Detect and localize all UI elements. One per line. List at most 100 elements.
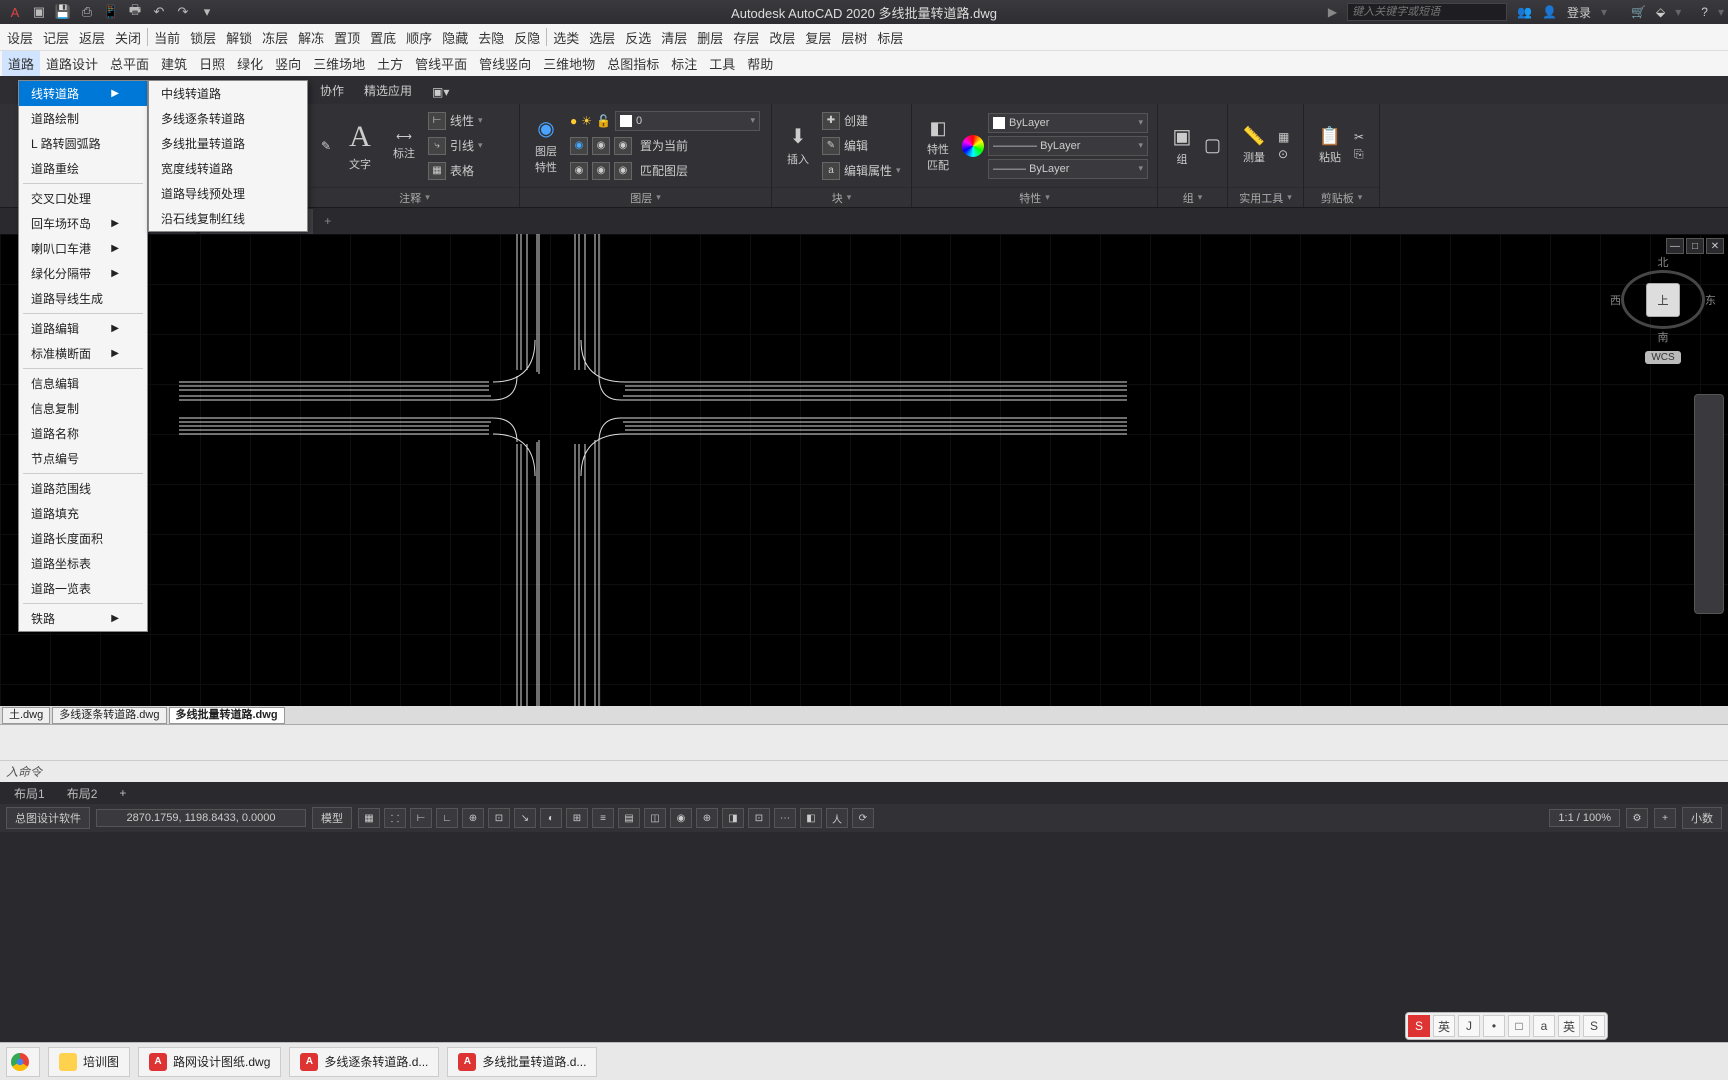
layer-toolbar-item[interactable]: 置底 xyxy=(365,25,401,50)
model-tab[interactable]: 多线批量转道路.dwg xyxy=(169,707,285,724)
viewport-close-icon[interactable]: ✕ xyxy=(1706,238,1724,254)
status-toggle[interactable]: ▤ xyxy=(618,808,640,828)
ribbon-tab-collab[interactable]: 协作 xyxy=(310,77,354,104)
layer-properties-button[interactable]: ◉ 图层 特性 xyxy=(526,108,566,184)
status-toggle[interactable]: ⊢ xyxy=(410,808,432,828)
lineweight-select[interactable]: ———— ByLayer▾ xyxy=(988,136,1148,156)
plugin-menu-item[interactable]: 管线平面 xyxy=(409,51,473,76)
menu-item[interactable]: 标准横断面▶ xyxy=(19,341,147,366)
paste-button[interactable]: 📋粘贴 xyxy=(1310,108,1350,184)
ime-button[interactable]: a xyxy=(1533,1015,1555,1037)
layer-toolbar-item[interactable]: 改层 xyxy=(764,25,800,50)
plugin-menu-item[interactable]: 道路设计 xyxy=(40,51,104,76)
command-input[interactable]: 入命令 xyxy=(0,760,1728,782)
layer-toolbar-item[interactable]: 锁层 xyxy=(185,25,221,50)
layer-toolbar-item[interactable]: 存层 xyxy=(728,25,764,50)
menu-item[interactable]: 信息编辑 xyxy=(19,371,147,396)
wcs-badge[interactable]: WCS xyxy=(1645,351,1680,364)
acad-logo-icon[interactable]: A xyxy=(4,2,26,22)
status-zoom[interactable]: 1:1 / 100% xyxy=(1549,809,1620,827)
table-button[interactable]: ▦表格 xyxy=(428,160,483,182)
ime-button[interactable]: S xyxy=(1583,1015,1605,1037)
qat-more-icon[interactable]: ▾ xyxy=(196,2,218,22)
help-search-input[interactable] xyxy=(1347,3,1507,21)
status-toggle[interactable]: ⋯ xyxy=(774,808,796,828)
layer-toolbar-item[interactable]: 删层 xyxy=(692,25,728,50)
layout-tab-1[interactable]: 布局1 xyxy=(6,783,53,804)
apps-icon[interactable]: ⬙ xyxy=(1656,5,1665,19)
plugin-menu-item[interactable]: 标注 xyxy=(665,51,703,76)
match-properties-button[interactable]: ◧ 特性 匹配 xyxy=(918,108,958,184)
layout-add-icon[interactable]: + xyxy=(111,784,134,802)
new-tab-button[interactable]: + xyxy=(317,210,339,232)
taskbar-item[interactable]: A多线逐条转道路.d... xyxy=(289,1047,439,1077)
menu-item[interactable]: 道路名称 xyxy=(19,421,147,446)
menu-item[interactable]: 道路编辑▶ xyxy=(19,316,147,341)
saveas-icon[interactable]: ⎙ xyxy=(76,2,98,22)
layer-toolbar-item[interactable]: 复层 xyxy=(800,25,836,50)
status-toggle[interactable]: ⊡ xyxy=(748,808,770,828)
layer-toolbar-item[interactable]: 反选 xyxy=(620,25,656,50)
layer-toolbar-item[interactable]: 冻层 xyxy=(257,25,293,50)
status-decimal[interactable]: 小数 xyxy=(1682,807,1722,829)
open-icon[interactable]: 📱 xyxy=(100,2,122,22)
status-toggle[interactable]: ⊞ xyxy=(566,808,588,828)
insert-button[interactable]: ⬇ 插入 xyxy=(778,108,818,184)
group-button[interactable]: ▣组 xyxy=(1164,108,1200,184)
copy-icon[interactable]: ⎘ xyxy=(1354,147,1364,162)
menu-item[interactable]: 沿石线复制红线 xyxy=(149,206,307,231)
point-icon[interactable]: ⊙ xyxy=(1278,147,1289,161)
sun-icon[interactable]: ☀ xyxy=(581,114,592,128)
menu-item[interactable]: 道路导线预处理 xyxy=(149,181,307,206)
plus-icon[interactable]: + xyxy=(1654,808,1676,828)
measure-button[interactable]: 📏测量 xyxy=(1234,108,1274,184)
viewcube[interactable]: 北 西 上 东 南 WCS xyxy=(1618,254,1708,364)
viewport-max-icon[interactable]: □ xyxy=(1686,238,1704,254)
menu-item[interactable]: 道路导线生成 xyxy=(19,286,147,311)
ribbon-tab-more-icon[interactable]: ▣▾ xyxy=(422,80,459,104)
menu-item[interactable]: 道路一览表 xyxy=(19,576,147,601)
undo-icon[interactable]: ↶ xyxy=(148,2,170,22)
status-toggle[interactable]: ⟳ xyxy=(852,808,874,828)
menu-item[interactable]: 道路填充 xyxy=(19,501,147,526)
ime-button[interactable]: J xyxy=(1458,1015,1480,1037)
status-toggle[interactable]: ↘ xyxy=(514,808,536,828)
viewcube-ring[interactable]: 西 上 东 xyxy=(1621,270,1705,329)
cart-icon[interactable]: 🛒 xyxy=(1631,5,1646,19)
menu-item[interactable]: 宽度线转道路 xyxy=(149,156,307,181)
cut-icon[interactable]: ✂ xyxy=(1354,130,1364,144)
taskbar-item[interactable] xyxy=(6,1047,40,1077)
status-toggle[interactable]: ◐ xyxy=(540,808,562,828)
layer-toolbar-item[interactable]: 去隐 xyxy=(473,25,509,50)
plugin-menu-item[interactable]: 总图指标 xyxy=(601,51,665,76)
layer-toolbar-item[interactable]: 选层 xyxy=(584,25,620,50)
status-toggle[interactable]: ⊡ xyxy=(488,808,510,828)
drawing-canvas[interactable]: — □ ✕ 北 西 上 东 南 WCS xyxy=(0,234,1728,706)
linetype-select[interactable]: ——— ByLayer▾ xyxy=(988,159,1148,179)
plugin-menu-item[interactable]: 建筑 xyxy=(155,51,193,76)
layer-toolbar-item[interactable]: 置顶 xyxy=(329,25,365,50)
layer-toolbar-item[interactable]: 反隐 xyxy=(509,25,545,50)
ungroup-icon[interactable]: ▢ xyxy=(1204,135,1221,156)
calc-icon[interactable]: ▦ xyxy=(1278,130,1289,144)
plugin-menu-item[interactable]: 工具 xyxy=(703,51,741,76)
status-toggle[interactable]: ◫ xyxy=(644,808,666,828)
menu-item[interactable]: L 路转圆弧路 xyxy=(19,131,147,156)
edit-attr-button[interactable]: a编辑属性▾ xyxy=(822,160,901,182)
color-select[interactable]: ByLayer▾ xyxy=(988,113,1148,133)
menu-item[interactable]: 中线转道路 xyxy=(149,81,307,106)
ime-button[interactable]: 英 xyxy=(1558,1015,1580,1037)
menu-item[interactable]: 道路绘制 xyxy=(19,106,147,131)
status-toggle[interactable]: ◉ xyxy=(670,808,692,828)
status-toggle[interactable]: ◧ xyxy=(800,808,822,828)
linear-button[interactable]: ⊢线性▾ xyxy=(428,110,483,132)
ribbon-tab-featured[interactable]: 精选应用 xyxy=(354,77,422,104)
status-toggle[interactable]: ≡ xyxy=(592,808,614,828)
taskbar-item[interactable]: A路网设计图纸.dwg xyxy=(138,1047,281,1077)
text-button[interactable]: A 文字 xyxy=(340,108,380,184)
plugin-menu-item[interactable]: 帮助 xyxy=(741,51,779,76)
layer-toolbar-item[interactable]: 当前 xyxy=(149,25,185,50)
plugin-menu-item[interactable]: 三维场地 xyxy=(307,51,371,76)
menu-item[interactable]: 线转道路▶ xyxy=(19,81,147,106)
menu-item[interactable]: 道路范围线 xyxy=(19,476,147,501)
